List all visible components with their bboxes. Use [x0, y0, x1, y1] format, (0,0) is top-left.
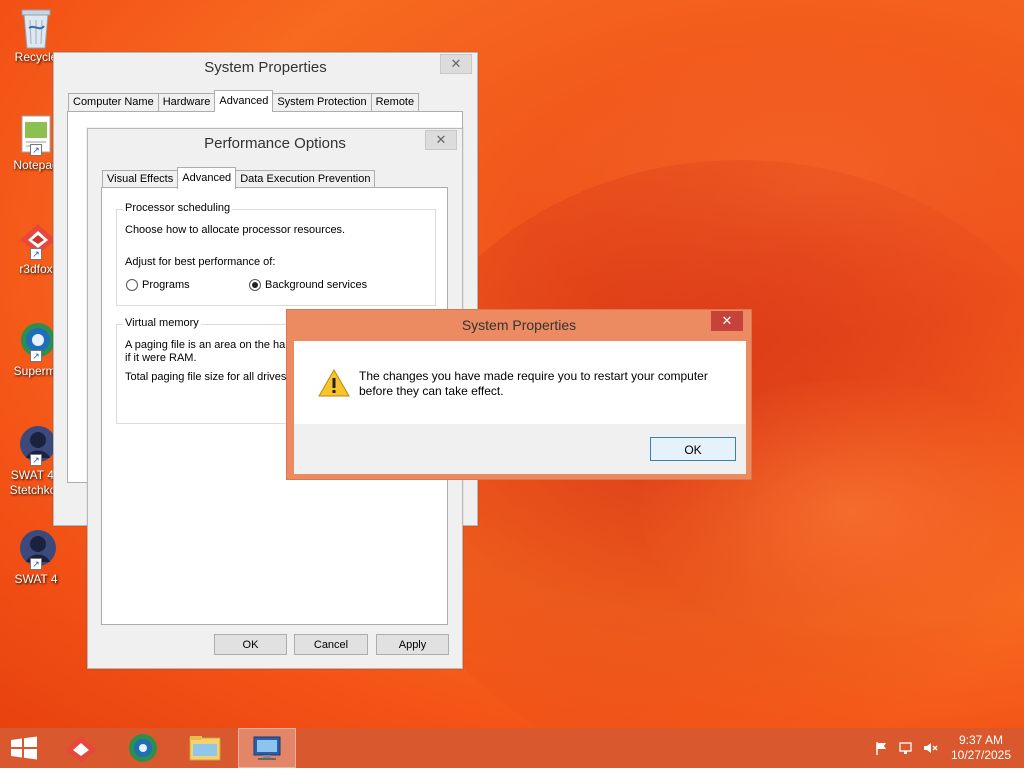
tab-hardware[interactable]: Hardware [157, 93, 216, 112]
supermium-icon: ↗ [16, 320, 56, 362]
clock-time: 9:37 AM [958, 733, 1004, 747]
tab-strip: Computer Name Hardware Advanced System P… [68, 90, 420, 112]
taskbar-supermium[interactable] [114, 728, 172, 768]
clock-date: 10/27/2025 [950, 748, 1012, 762]
swat4-icon: ↗ [16, 424, 56, 466]
desktop-icon-label: SWAT 4 [14, 572, 58, 586]
ok-button[interactable]: OK [650, 437, 736, 461]
ok-button[interactable]: OK [214, 634, 287, 655]
volume-muted-icon[interactable] [922, 740, 938, 756]
tab-advanced[interactable]: Advanced [214, 90, 274, 112]
dialog-footer: OK [294, 424, 746, 474]
tab-advanced[interactable]: Advanced [177, 167, 237, 189]
desktop-icon-swat4[interactable]: ↗ SWAT 4 [0, 528, 72, 587]
taskbar-system-properties[interactable] [238, 728, 296, 768]
radio-programs[interactable] [126, 279, 138, 291]
window-title: Performance Options [204, 135, 346, 152]
processor-description: Choose how to allocate processor resourc… [125, 224, 346, 236]
taskbar-file-explorer[interactable] [176, 728, 234, 768]
apply-button[interactable]: Apply [376, 634, 449, 655]
cancel-button[interactable]: Cancel [294, 634, 368, 655]
action-center-flag-icon[interactable] [874, 740, 890, 756]
total-paging-size-label: Total paging file size for all drives [125, 371, 287, 383]
shortcut-arrow-icon: ↗ [30, 350, 42, 362]
shortcut-arrow-icon: ↗ [30, 248, 42, 260]
tab-computer-name[interactable]: Computer Name [68, 93, 159, 112]
shortcut-arrow-icon: ↗ [30, 454, 42, 466]
network-icon[interactable] [898, 740, 914, 756]
taskbar-r3dfox[interactable] [52, 728, 110, 768]
close-button[interactable]: ✕ [440, 54, 472, 74]
start-button[interactable] [0, 728, 48, 768]
virtual-memory-description: A paging file is an area on the har [125, 339, 289, 351]
recycle-bin-icon [16, 6, 56, 49]
processor-scheduling-group: Processor scheduling Choose how to alloc… [116, 202, 436, 306]
r3dfox-icon: ↗ [16, 218, 56, 260]
radio-background-services-label[interactable]: Background services [265, 279, 367, 291]
adjust-label: Adjust for best performance of: [125, 256, 276, 268]
shortcut-arrow-icon: ↗ [30, 558, 42, 570]
tab-remote[interactable]: Remote [370, 93, 420, 112]
clock[interactable]: 9:37 AM 10/27/2025 [944, 733, 1018, 763]
r3dfox-icon [65, 736, 97, 762]
notepad-icon: ↗ [16, 114, 56, 156]
system-properties-icon [253, 736, 281, 760]
virtual-memory-description-2: if it were RAM. [125, 352, 197, 364]
window-title: System Properties [204, 59, 327, 76]
group-title: Virtual memory [123, 317, 201, 329]
swat4-icon: ↗ [16, 528, 56, 570]
folder-icon [189, 736, 221, 761]
close-button[interactable]: ✕ [711, 311, 743, 331]
dialog-message-line1: The changes you have made require you to… [359, 369, 708, 383]
close-button[interactable]: ✕ [425, 130, 457, 150]
dialog-message-line2: before they can take effect. [359, 384, 504, 398]
shortcut-arrow-icon: ↗ [30, 144, 42, 156]
dialog-content: The changes you have made require you to… [294, 341, 746, 424]
taskbar: 9:37 AM 10/27/2025 [0, 728, 1024, 768]
tab-system-protection[interactable]: System Protection [272, 93, 372, 112]
radio-programs-label[interactable]: Programs [142, 279, 190, 291]
radio-background-services[interactable] [249, 279, 261, 291]
supermium-icon [129, 734, 157, 762]
warning-icon [318, 368, 350, 398]
restart-required-dialog: System Properties ✕ The changes you have… [286, 309, 752, 480]
windows-logo-icon [11, 736, 37, 760]
group-title: Processor scheduling [123, 202, 233, 214]
dialog-title: System Properties [461, 317, 577, 333]
desktop: Recycle ↗ Notepad ↗ r3dfox ↗ Supermi ↗ S… [0, 0, 1024, 728]
